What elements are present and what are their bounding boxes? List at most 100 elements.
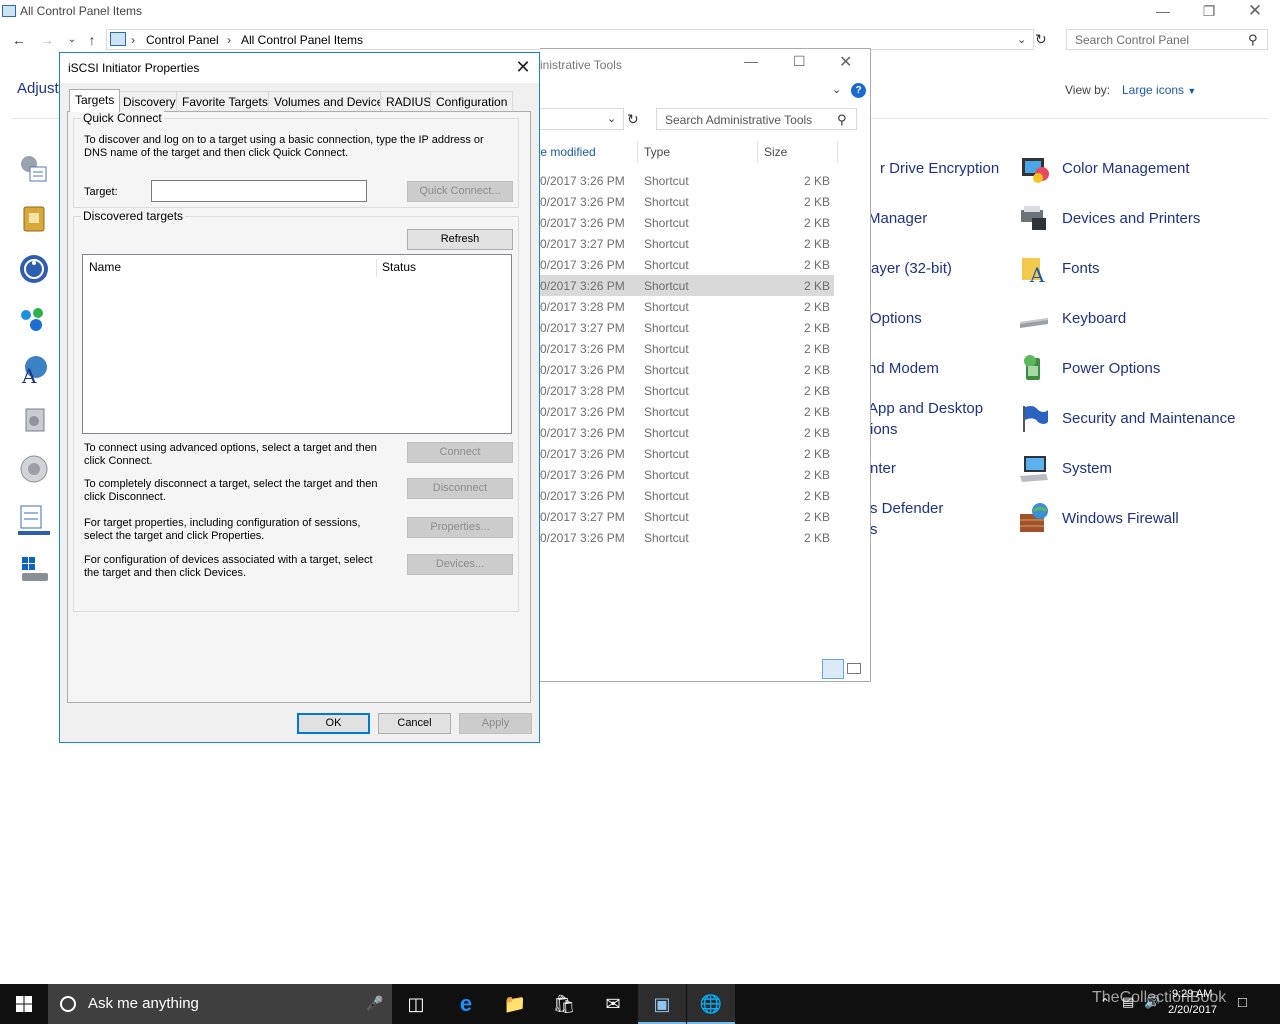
clock-time[interactable]: 9:29 AM xyxy=(1172,988,1212,1000)
admin-address-bar[interactable]: ⌄ xyxy=(538,108,624,130)
tab-radius[interactable]: RADIUS xyxy=(380,91,438,111)
admin-minimize-button[interactable]: — xyxy=(744,53,758,69)
breadcrumb-control-panel[interactable]: Control Panel xyxy=(146,33,219,47)
file-row[interactable]: 0/2017 3:28 PM Shortcut 2 KB xyxy=(540,296,834,317)
file-row[interactable]: 0/2017 3:26 PM Shortcut 2 KB xyxy=(540,359,834,380)
file-row[interactable]: 0/2017 3:28 PM Shortcut 2 KB xyxy=(540,380,834,401)
address-dropdown-icon[interactable]: ⌄ xyxy=(1017,33,1026,46)
file-row[interactable]: 0/2017 3:26 PM Shortcut 2 KB xyxy=(540,338,834,359)
control-panel-taskbar-icon[interactable]: ▣ xyxy=(638,984,686,1024)
file-row[interactable]: 0/2017 3:26 PM Shortcut 2 KB xyxy=(540,212,834,233)
target-input[interactable] xyxy=(151,180,367,202)
admin-close-button[interactable]: ✕ xyxy=(839,52,852,72)
file-row[interactable]: 0/2017 3:26 PM Shortcut 2 KB xyxy=(540,401,834,422)
column-size[interactable]: Size xyxy=(764,145,787,159)
edge-browser-icon[interactable]: e xyxy=(442,984,490,1024)
forward-arrow-icon[interactable]: → xyxy=(39,32,55,48)
cp-item-sync-center[interactable]: nter xyxy=(870,460,896,477)
column-date-modified[interactable]: te modified xyxy=(537,145,596,159)
file-row[interactable]: 0/2017 3:26 PM Shortcut 2 KB xyxy=(540,275,834,296)
cp-item-internet-options[interactable]: Options xyxy=(870,310,922,327)
file-row[interactable]: 0/2017 3:27 PM Shortcut 2 KB xyxy=(540,317,834,338)
cp-item-flash-player[interactable]: ayer (32-bit) xyxy=(871,260,952,277)
file-row[interactable]: 0/2017 3:26 PM Shortcut 2 KB xyxy=(540,527,834,548)
file-row[interactable]: 0/2017 3:26 PM Shortcut 2 KB xyxy=(540,464,834,485)
refresh-button[interactable]: Refresh xyxy=(407,229,513,250)
quick-connect-button[interactable]: Quick Connect... xyxy=(407,181,513,202)
address-bar[interactable]: › Control Panel › All Control Panel Item… xyxy=(106,29,1034,50)
programs-icon[interactable] xyxy=(18,403,50,435)
ok-button[interactable]: OK xyxy=(297,713,370,734)
cp-item-bitlocker[interactable]: r Drive Encryption xyxy=(880,160,999,177)
sound-icon[interactable] xyxy=(18,453,50,485)
ribbon-expand-icon[interactable]: ⌄ xyxy=(832,83,841,96)
action-center-notification-icon[interactable]: □ xyxy=(1238,994,1247,1011)
task-view-icon[interactable]: ◫ xyxy=(392,984,440,1024)
dialog-close-button[interactable]: ✕ xyxy=(510,57,536,79)
cp-item-phone-modem[interactable]: nd Modem xyxy=(868,360,939,377)
column-status[interactable]: Status xyxy=(382,255,416,279)
help-icon[interactable]: ? xyxy=(851,83,866,98)
windows-to-go-icon[interactable] xyxy=(18,553,50,585)
cancel-button[interactable]: Cancel xyxy=(378,713,451,734)
administrative-tools-window[interactable]: inistrative Tools — ☐ ✕ ⌄ ? ⌄ ↻ Search A… xyxy=(537,48,871,682)
admin-address-dropdown-icon[interactable]: ⌄ xyxy=(607,112,616,125)
tab-volumes-devices[interactable]: Volumes and Devices xyxy=(268,91,396,111)
volume-icon[interactable]: 🔊 xyxy=(1144,994,1160,1010)
large-icons-view-button[interactable] xyxy=(847,663,861,674)
file-row[interactable]: 0/2017 3:26 PM Shortcut 2 KB xyxy=(540,170,834,191)
close-button[interactable]: ✕ xyxy=(1232,0,1278,24)
breadcrumb-all-items[interactable]: All Control Panel Items xyxy=(241,33,363,47)
file-row[interactable]: 0/2017 3:26 PM Shortcut 2 KB xyxy=(540,443,834,464)
disconnect-button[interactable]: Disconnect xyxy=(407,478,513,499)
show-hidden-icons-icon[interactable]: ⌃ xyxy=(1100,996,1110,1010)
file-row[interactable]: 0/2017 3:26 PM Shortcut 2 KB xyxy=(540,254,834,275)
network-icon[interactable]: ▤ xyxy=(1122,994,1134,1010)
iscsi-initiator-dialog[interactable]: iSCSI Initiator Properties ✕ Targets Dis… xyxy=(59,52,540,743)
minimize-button[interactable]: — xyxy=(1140,0,1186,24)
iscsi-taskbar-icon[interactable]: 🌐 xyxy=(687,984,735,1024)
clock-date[interactable]: 2/20/2017 xyxy=(1168,1004,1217,1016)
file-explorer-icon[interactable]: 📁 xyxy=(491,984,539,1024)
tab-targets[interactable]: Targets xyxy=(69,89,121,112)
apply-button[interactable]: Apply xyxy=(459,713,532,734)
ease-of-access-icon[interactable] xyxy=(18,253,50,285)
admin-refresh-icon[interactable]: ↻ xyxy=(627,111,639,128)
cp-item-windows-defender[interactable]: s Defender xyxy=(870,500,943,517)
details-view-button[interactable] xyxy=(822,659,844,679)
cp-item-device-manager[interactable]: Manager xyxy=(868,210,927,227)
search-admin-tools-input[interactable]: Search Administrative Tools ⚲ xyxy=(656,108,857,130)
recent-dropdown-icon[interactable]: ⌄ xyxy=(64,32,80,48)
file-row[interactable]: 0/2017 3:27 PM Shortcut 2 KB xyxy=(540,506,834,527)
credential-manager-icon[interactable] xyxy=(18,203,50,235)
mail-icon[interactable]: ✉ xyxy=(589,984,637,1024)
restore-button[interactable]: ❐ xyxy=(1186,0,1232,24)
refresh-icon[interactable]: ↻ xyxy=(1035,31,1047,48)
file-row[interactable]: 0/2017 3:26 PM Shortcut 2 KB xyxy=(540,485,834,506)
action-center-icon[interactable] xyxy=(18,153,50,185)
admin-maximize-button[interactable]: ☐ xyxy=(793,53,806,70)
homegroup-icon[interactable] xyxy=(18,303,50,335)
language-icon[interactable]: A xyxy=(18,353,50,385)
tab-favorite-targets[interactable]: Favorite Targets xyxy=(176,91,274,111)
store-icon[interactable]: 🛍 xyxy=(540,984,588,1024)
connect-button[interactable]: Connect xyxy=(407,442,513,463)
file-row[interactable]: 0/2017 3:26 PM Shortcut 2 KB xyxy=(540,191,834,212)
targets-list[interactable]: Name Status xyxy=(82,254,512,434)
search-control-panel-input[interactable]: Search Control Panel ⚲ xyxy=(1066,29,1268,50)
tab-discovery[interactable]: Discovery xyxy=(117,91,182,111)
column-name[interactable]: Name xyxy=(89,255,121,279)
file-row[interactable]: 0/2017 3:26 PM Shortcut 2 KB xyxy=(540,422,834,443)
microphone-icon[interactable]: 🎤 xyxy=(366,995,383,1012)
cp-item-remoteapp[interactable]: App and Desktop xyxy=(868,400,983,417)
tab-configuration[interactable]: Configuration xyxy=(430,91,514,111)
back-arrow-icon[interactable]: ← xyxy=(11,32,27,48)
cortana-search-box[interactable]: Ask me anything 🎤 xyxy=(48,984,392,1024)
task-scheduler-icon[interactable] xyxy=(18,503,50,535)
view-by-dropdown[interactable]: Large icons ▼ xyxy=(1122,83,1196,97)
devices-button[interactable]: Devices... xyxy=(407,554,513,575)
properties-button[interactable]: Properties... xyxy=(407,517,513,538)
file-row[interactable]: 0/2017 3:27 PM Shortcut 2 KB xyxy=(540,233,834,254)
start-button[interactable] xyxy=(0,984,48,1024)
column-type[interactable]: Type xyxy=(644,145,670,159)
